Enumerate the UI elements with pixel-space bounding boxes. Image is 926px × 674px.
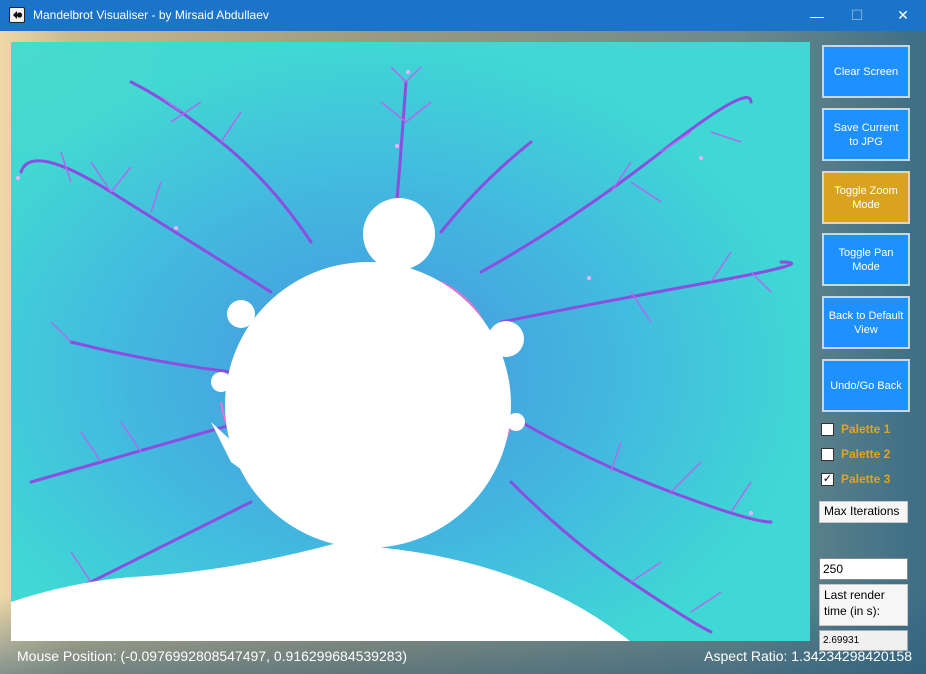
- mouse-position-readout: Mouse Position: (-0.0976992808547497, 0.…: [17, 648, 407, 664]
- toggle-pan-button[interactable]: Toggle Pan Mode: [822, 233, 910, 286]
- save-jpg-button[interactable]: Save Current to JPG: [822, 108, 910, 161]
- palette-1-option[interactable]: Palette 1: [821, 421, 890, 437]
- app-icon: [9, 7, 25, 23]
- mandelbrot-canvas[interactable]: [11, 42, 810, 641]
- palette-3-checkbox[interactable]: ✓: [821, 472, 834, 486]
- window-title: Mandelbrot Visualiser - by Mirsaid Abdul…: [33, 8, 269, 22]
- palette-3-option[interactable]: ✓ Palette 3: [821, 471, 890, 487]
- undo-button[interactable]: Undo/Go Back: [822, 359, 910, 412]
- title-bar: Mandelbrot Visualiser - by Mirsaid Abdul…: [0, 0, 926, 31]
- max-iterations-input[interactable]: 250: [819, 558, 908, 580]
- palette-2-option[interactable]: Palette 2: [821, 446, 890, 462]
- toggle-zoom-button[interactable]: Toggle Zoom Mode: [822, 171, 910, 224]
- default-view-button[interactable]: Back to Default View: [822, 296, 910, 349]
- palette-1-checkbox[interactable]: [821, 422, 834, 436]
- close-button[interactable]: ✕: [880, 0, 926, 31]
- palette-3-label: Palette 3: [841, 472, 891, 486]
- aspect-ratio-readout: Aspect Ratio: 1.34234298420158: [704, 648, 912, 664]
- client-area: Clear Screen Save Current to JPG Toggle …: [0, 31, 926, 674]
- maximize-button[interactable]: ☐: [834, 0, 880, 31]
- palette-2-checkbox[interactable]: [821, 447, 834, 461]
- render-time-label: Last render time (in s):: [819, 584, 908, 626]
- clear-screen-button[interactable]: Clear Screen: [822, 45, 910, 98]
- max-iterations-label: Max Iterations: [819, 501, 908, 523]
- palette-1-label: Palette 1: [841, 422, 891, 436]
- palette-2-label: Palette 2: [841, 447, 891, 461]
